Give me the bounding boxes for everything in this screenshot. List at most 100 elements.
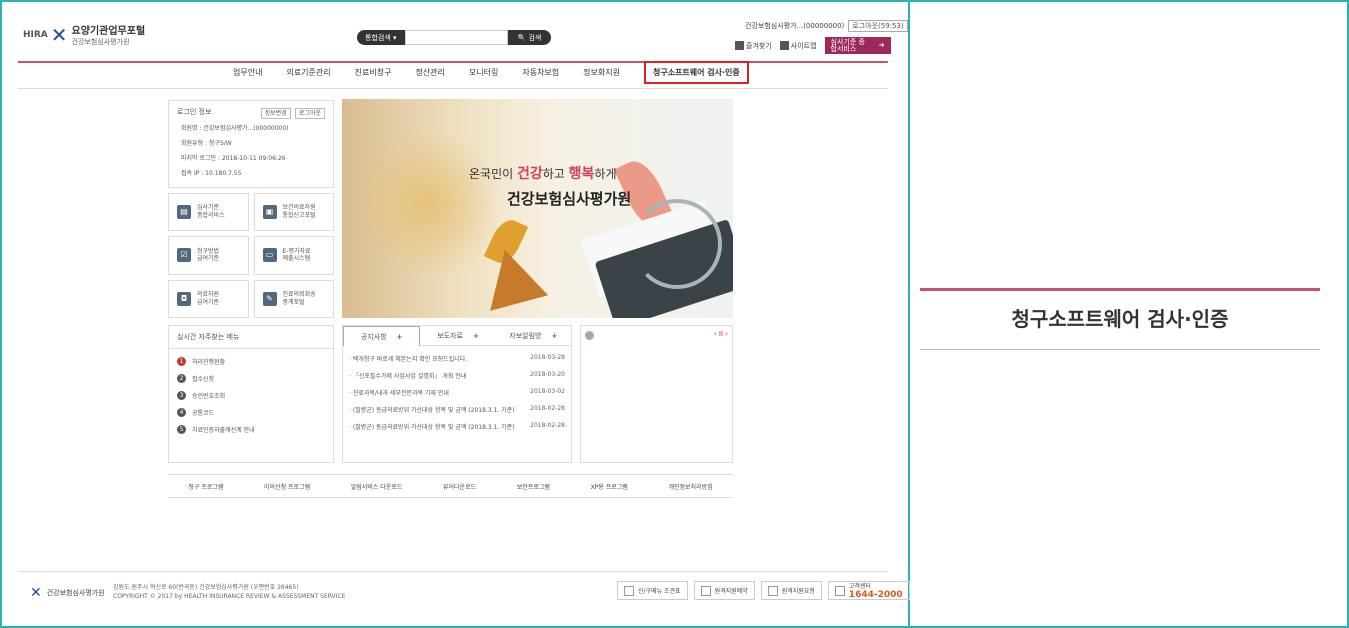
tab-notices[interactable]: 공지사항 +	[343, 325, 421, 346]
user-name: 건강보험심사평가...(00000000)	[745, 22, 845, 30]
detail-title: 청구소프트웨어 검사·인증	[1011, 307, 1229, 331]
footer-buttons: 신/구메뉴 조견표 원격지원예약 원격지원요청 고객센터 1644-2000	[617, 581, 910, 600]
footer-address: 강원도 원주시 혁신로 60(반곡동) 건강보험심사평가원 (우편번호 2646…	[113, 584, 346, 600]
customer-center[interactable]: 고객센터 1644-2000	[827, 581, 910, 600]
nav-item[interactable]: 정산관리	[415, 67, 444, 84]
logo-subtitle: 건강보험심사평가원	[71, 38, 130, 46]
main-nav: 업무안내 의료기준관리 진료비청구 정산관리 모니터링 자동차보험 정보화지원 …	[233, 61, 773, 84]
nav-item[interactable]: 자동차보험	[522, 67, 559, 84]
login-row: 회원유형 : 청구S/W	[181, 140, 232, 147]
plus-icon: +	[396, 332, 403, 341]
frequent-menu-item[interactable]: 1 처리진행현황	[177, 357, 325, 366]
frequent-menu-item[interactable]: 2 접수신청	[177, 374, 325, 383]
menu-mapping-button[interactable]: 신/구메뉴 조견표	[617, 581, 688, 600]
sitemap-link[interactable]: 사이트맵	[779, 41, 817, 51]
info-icon	[585, 331, 594, 340]
notice-row[interactable]: · 진료과목/내과 세부전문과목 기재 안내 2018-03-02	[349, 388, 565, 397]
document-icon: ▤	[177, 205, 191, 220]
frequent-menu-item[interactable]: 4 공통코드	[177, 408, 325, 417]
notice-row[interactable]: · 「신포필수가제 사업사업 설명회」 개최 안내 2018-03-20	[349, 371, 565, 380]
quick-item[interactable]: ✎ 진료의뢰회송 중계포털	[253, 279, 334, 318]
monitor-icon: ▭	[262, 248, 277, 263]
notice-row[interactable]: · 택개청구 바로게 해본는지 확인 요청드립니다. 2018-03-28	[349, 354, 565, 363]
quick-item[interactable]: ▤ 심사기준 종합서비스	[168, 193, 249, 232]
program-link[interactable]: 알림서비스 다운로드	[351, 482, 403, 491]
support-icon	[767, 585, 778, 596]
nav-item[interactable]: 업무안내	[233, 67, 262, 84]
popup-pager[interactable]: ‹ II ›	[714, 330, 728, 338]
quick-item[interactable]: ▭ E-평가자료 제출시스템	[253, 236, 334, 275]
frequent-menu-item[interactable]: 3 승인번호조회	[177, 391, 325, 400]
search-bar: 통합검색 ▾ 🔍 검색	[357, 30, 552, 45]
banner-org-name: 건강보험심사평가원	[507, 190, 632, 208]
checklist-icon: ☑	[177, 248, 191, 263]
notice-board: 공지사항 + 보도자료 + 자보알림방 + · 택개청구 바로게 해본는지 확인 요청…	[342, 325, 572, 463]
quick-item[interactable]: ☑ 청구방법 급여기준	[168, 236, 249, 275]
notice-row[interactable]: · (질병군) 동급의료방위 가산대상 항목 및 금액 (2018.3.1. 기…	[349, 405, 565, 414]
arrow-right-icon: ➜	[878, 41, 885, 49]
quick-item[interactable]: ◘ 의료자원 급여기준	[168, 279, 249, 318]
logo-title: 요양기관업무포털	[71, 26, 146, 37]
logout-timer[interactable]: 로그아웃(59:53)	[848, 20, 908, 32]
stethoscope-decoration	[632, 199, 722, 289]
notice-row[interactable]: · (질병군) 동급의료방위 가산대상 항목 및 금액 (2018.3.1. 기…	[349, 422, 565, 431]
remote-support-request-button[interactable]: 원격지원요청	[760, 581, 822, 600]
logo-hira: HIRA	[23, 29, 48, 40]
nav-item[interactable]: 진료비청구	[355, 67, 392, 84]
footer-logo: ✕ 건강보험심사평가원	[30, 585, 105, 601]
program-links-bar: 청구 프로그램 이의신청 프로그램 알림서비스 다운로드 뷰어다운로드 보안프로…	[168, 474, 733, 498]
rank-3-icon: 3	[177, 391, 186, 400]
search-scope-select[interactable]: 통합검색 ▾	[357, 30, 405, 45]
program-link[interactable]: XP용 프로그램	[591, 482, 628, 491]
car-icon: ◘	[177, 291, 191, 306]
tab-auto-insurance[interactable]: 자보알림방 +	[496, 331, 571, 341]
rank-1-icon: 1	[177, 357, 186, 366]
star-icon	[735, 41, 744, 50]
user-info: 건강보험심사평가...(00000000) 로그아웃(59:53)	[745, 20, 908, 32]
portal-logo[interactable]: HIRA ✕ 요양기관업무포털 건강보험심사평가원	[23, 22, 145, 47]
program-link[interactable]: 보안프로그램	[517, 482, 550, 491]
banner-slogan: 온국민이 건강하고 행복하게	[469, 166, 617, 182]
footer-divider	[18, 571, 888, 572]
frequent-menu-item[interactable]: 5 치료인증자출캐선계 안내	[177, 425, 325, 434]
login-row: 회원명 : 건강보험심사평가...(00000000)	[181, 125, 289, 132]
nav-item[interactable]: 의료기준관리	[286, 67, 330, 84]
nav-divider	[18, 88, 888, 89]
login-row: 접속 IP : 10.180.7.55	[181, 170, 242, 177]
program-link[interactable]: 개인정보처리방침	[668, 482, 712, 491]
search-input[interactable]	[404, 30, 508, 45]
logout-button[interactable]: 로그아웃	[294, 107, 325, 119]
program-link[interactable]: 청구 프로그램	[188, 482, 223, 491]
special-service-button[interactable]: 심사기준 종합서비스 ➜	[824, 37, 891, 54]
edit-info-button[interactable]: 정보변경	[260, 107, 291, 119]
tab-press[interactable]: 보도자료 +	[420, 331, 495, 341]
sitemap-icon	[779, 41, 789, 50]
rank-5-icon: 5	[177, 425, 186, 434]
login-info-title: 로그인 정보	[177, 108, 212, 116]
frequent-menu-title: 실시간 자주찾는 메뉴	[169, 326, 333, 349]
rank-4-icon: 4	[177, 408, 186, 417]
program-link[interactable]: 이의신청 프로그램	[264, 482, 310, 491]
nav-item-software-certification[interactable]: 청구소프트웨어 검사·인증	[643, 61, 749, 84]
headset-icon	[834, 585, 845, 596]
main-banner[interactable]: 온국민이 건강하고 행복하게 건강보험심사평가원	[342, 99, 733, 318]
table-icon	[624, 585, 634, 596]
program-link[interactable]: 뷰어다운로드	[443, 482, 476, 491]
plus-icon: +	[472, 331, 479, 340]
plus-icon: +	[551, 331, 558, 340]
popup-zone: ‹ II ›	[580, 325, 733, 463]
search-button[interactable]: 🔍 검색	[507, 30, 552, 45]
quick-item[interactable]: ▣ 보건의료자원 통합신고포털	[253, 193, 334, 232]
hira-x-icon: ✕	[50, 22, 68, 47]
header-divider	[18, 61, 888, 63]
quick-menu-grid: ▤ 심사기준 종합서비스 ▣ 보건의료자원 통합신고포털 ☑ 청구방법 급여기준 ▭ E-평가…	[168, 193, 334, 318]
referral-icon: ✎	[262, 291, 277, 306]
utility-links: 즐겨찾기 사이트맵 심사기준 종합서비스 ➜	[735, 37, 891, 54]
nav-item[interactable]: 정보화지원	[583, 67, 620, 84]
login-info-panel: 로그인 정보 정보변경 로그아웃 회원명 : 건강보험심사평가...(00000…	[168, 100, 334, 188]
calendar-icon	[700, 585, 711, 596]
favorites-link[interactable]: 즐겨찾기	[735, 41, 772, 51]
nav-item[interactable]: 모니터링	[469, 67, 498, 84]
remote-support-reserve-button[interactable]: 원격지원예약	[693, 581, 755, 600]
detail-top-rule	[920, 288, 1320, 291]
